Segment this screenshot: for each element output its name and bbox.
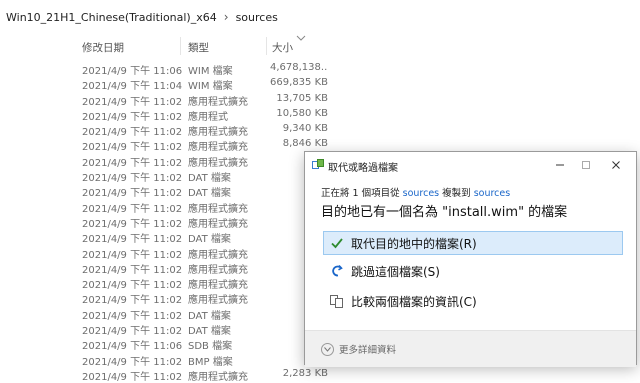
row-date: 2021/4/9 下午 11:06 <box>82 66 183 77</box>
row-date: 2021/4/9 下午 11:02 <box>82 264 183 276</box>
maximize-button[interactable] <box>575 156 597 174</box>
chevron-right-icon: › <box>223 10 229 24</box>
column-header: 修改日期 類型 大小 <box>0 34 640 58</box>
row-date: 2021/4/9 下午 11:02 <box>82 218 183 230</box>
minimize-button[interactable] <box>549 156 571 174</box>
row-type: WIM 檔案 <box>188 66 233 77</box>
table-row[interactable]: 2021/4/9 下午 11:02 應用程式擴充 9,340 KB <box>0 122 640 139</box>
replace-option[interactable]: 取代目的地中的檔案(R) <box>323 231 623 255</box>
info-prefix: 正在將 1 個項目從 <box>321 188 400 199</box>
column-date[interactable]: 修改日期 <box>82 40 124 55</box>
row-date: 2021/4/9 下午 11:02 <box>82 356 183 368</box>
copy-files-icon <box>312 159 324 169</box>
column-divider[interactable] <box>266 37 267 55</box>
row-size: 4,678,138... <box>270 62 328 73</box>
row-type: 應用程式擴充 <box>188 127 248 139</box>
more-details-toggle[interactable]: 更多詳細資料 <box>321 342 396 356</box>
row-type: 應用程式擴充 <box>188 142 248 154</box>
row-date: 2021/4/9 下午 11:02 <box>82 111 183 123</box>
row-date: 2021/4/9 下午 11:02 <box>82 326 183 338</box>
row-type: 應用程式擴充 <box>188 218 248 230</box>
column-size[interactable]: 大小 <box>272 40 293 55</box>
info-mid: 複製到 <box>442 188 471 199</box>
chevron-down-icon <box>321 342 334 356</box>
source-link[interactable]: sources <box>403 188 440 199</box>
row-date: 2021/4/9 下午 11:04 <box>82 81 183 93</box>
row-date: 2021/4/9 下午 11:06 <box>82 341 183 353</box>
row-type: DAT 檔案 <box>188 173 231 185</box>
sort-caret-icon <box>296 35 306 41</box>
skip-option-label: 跳過這個檔案(S) <box>351 264 440 279</box>
row-type: DAT 檔案 <box>188 188 231 200</box>
table-row[interactable]: 2021/4/9 下午 11:02 應用程式擴充 13,705 KB <box>0 92 640 108</box>
row-size: 13,705 KB <box>276 92 328 104</box>
close-button[interactable] <box>605 156 627 174</box>
row-type: DAT 檔案 <box>188 326 231 338</box>
skip-arrow-icon <box>329 263 345 279</box>
row-type: 應用程式擴充 <box>188 203 248 215</box>
row-type: BMP 檔案 <box>188 356 233 368</box>
row-type: 應用程式擴充 <box>188 280 248 292</box>
row-date: 2021/4/9 下午 11:02 <box>82 310 183 322</box>
table-row[interactable]: 2021/4/9 下午 11:02 應用程式 10,580 KB <box>0 107 640 123</box>
destination-link[interactable]: sources <box>474 188 511 199</box>
row-date: 2021/4/9 下午 11:02 <box>82 234 183 246</box>
compare-option[interactable]: 比較兩個檔案的資訊(C) <box>323 289 629 313</box>
row-type: 應用程式擴充 <box>188 295 248 307</box>
compare-option-label: 比較兩個檔案的資訊(C) <box>351 294 477 309</box>
row-date: 2021/4/9 下午 11:02 <box>82 203 183 215</box>
row-size: 10,580 KB <box>276 107 328 119</box>
minimize-icon <box>556 164 564 166</box>
row-type: 應用程式擴充 <box>188 96 248 108</box>
row-date: 2021/4/9 下午 11:02 <box>82 157 183 169</box>
breadcrumb-folder[interactable]: Win10_21H1_Chinese(Traditional)_x64 <box>6 11 217 24</box>
dialog-title-bar[interactable]: 取代或略過檔案 <box>305 152 636 178</box>
breadcrumb: Win10_21H1_Chinese(Traditional)_x64 › so… <box>0 0 640 34</box>
compare-files-icon <box>329 293 345 309</box>
conflict-message: 目的地已有一個名為 "install.wim" 的檔案 <box>321 205 568 220</box>
row-type: 應用程式擴充 <box>188 371 248 383</box>
row-size: 8,846 KB <box>282 138 328 150</box>
row-date: 2021/4/9 下午 11:02 <box>82 249 183 261</box>
breadcrumb-subfolder[interactable]: sources <box>236 11 278 24</box>
column-type[interactable]: 類型 <box>188 40 209 55</box>
dialog-title: 取代或略過檔案 <box>328 163 398 174</box>
column-divider[interactable] <box>180 37 181 55</box>
row-date: 2021/4/9 下午 11:02 <box>82 280 183 292</box>
row-type: SDB 檔案 <box>188 341 233 353</box>
row-type: 應用程式擴充 <box>188 249 248 261</box>
skip-option[interactable]: 跳過這個檔案(S) <box>323 259 629 283</box>
row-date: 2021/4/9 下午 11:02 <box>82 96 183 108</box>
table-row[interactable]: 2021/4/9 下午 11:06 WIM 檔案 4,678,138... <box>0 61 640 77</box>
row-type: DAT 檔案 <box>188 310 231 322</box>
row-date: 2021/4/9 下午 11:02 <box>82 127 183 139</box>
table-row[interactable]: 2021/4/9 下午 11:02 應用程式擴充 2,283 KB <box>0 367 640 383</box>
row-type: DAT 檔案 <box>188 234 231 246</box>
row-date: 2021/4/9 下午 11:02 <box>82 188 183 200</box>
row-size: 669,835 KB <box>270 77 328 89</box>
row-date: 2021/4/9 下午 11:02 <box>82 142 183 154</box>
row-type: WIM 檔案 <box>188 81 233 93</box>
maximize-icon <box>582 161 590 169</box>
table-row[interactable]: 2021/4/9 下午 11:04 WIM 檔案 669,835 KB <box>0 76 640 93</box>
replace-skip-dialog: 取代或略過檔案 正在將 1 個項目從 sources 複製到 sources 目… <box>304 151 637 367</box>
copy-info: 正在將 1 個項目從 sources 複製到 sources <box>321 185 626 199</box>
close-icon <box>612 161 620 169</box>
check-icon <box>329 235 345 251</box>
row-type: 應用程式擴充 <box>188 264 248 276</box>
dialog-body: 正在將 1 個項目從 sources 複製到 sources 目的地已有一個名為… <box>321 185 626 220</box>
row-date: 2021/4/9 下午 11:02 <box>82 295 183 307</box>
row-size: 9,340 KB <box>282 123 328 135</box>
row-type: 應用程式 <box>188 111 228 123</box>
row-date: 2021/4/9 下午 11:02 <box>82 371 183 383</box>
row-date: 2021/4/9 下午 11:02 <box>82 173 183 185</box>
dialog-footer: 更多詳細資料 <box>305 330 636 367</box>
more-details-label: 更多詳細資料 <box>339 345 397 356</box>
replace-option-label: 取代目的地中的檔案(R) <box>351 236 477 251</box>
row-type: 應用程式擴充 <box>188 157 248 169</box>
row-size: 2,283 KB <box>282 367 328 379</box>
